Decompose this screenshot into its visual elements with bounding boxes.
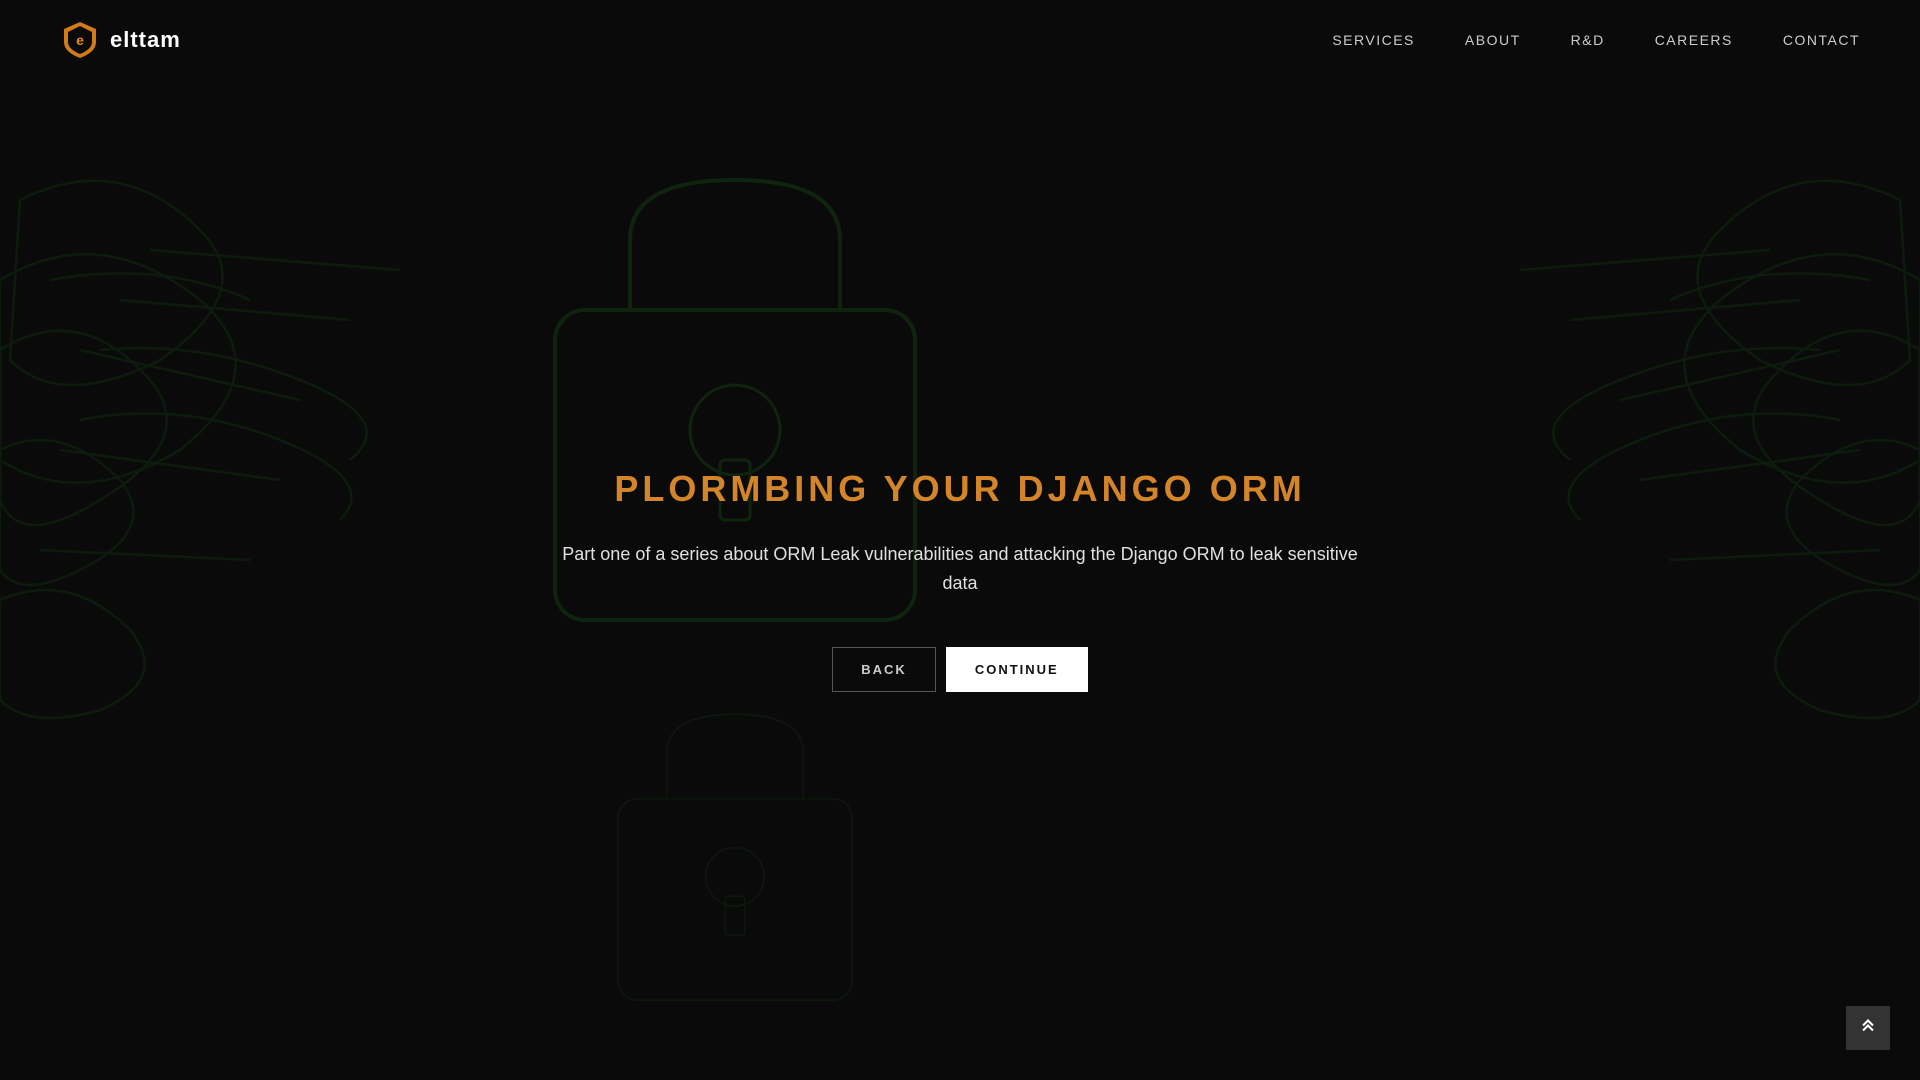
continue-button[interactable]: CONTINUE	[946, 647, 1088, 692]
elttam-shield-icon: e	[60, 20, 100, 60]
nav-careers[interactable]: CAREERS	[1655, 32, 1733, 48]
nav-rnd[interactable]: R&D	[1571, 32, 1605, 48]
main-content: PLORMBING YOUR DJANGO ORM Part one of a …	[0, 80, 1920, 1080]
article-subtitle: Part one of a series about ORM Leak vuln…	[560, 540, 1360, 598]
logo-link[interactable]: e elttam	[60, 20, 181, 60]
svg-text:e: e	[76, 32, 84, 48]
site-header: e elttam SERVICES ABOUT R&D CAREERS CONT…	[0, 0, 1920, 80]
back-button[interactable]: BACK	[832, 647, 936, 692]
logo-text: elttam	[110, 27, 181, 53]
nav-contact[interactable]: CONTACT	[1783, 32, 1860, 48]
article-title: PLORMBING YOUR DJANGO ORM	[614, 468, 1305, 510]
button-group: BACK CONTINUE	[832, 647, 1087, 692]
nav-about[interactable]: ABOUT	[1465, 32, 1521, 48]
nav-services[interactable]: SERVICES	[1332, 32, 1415, 48]
scroll-top-button[interactable]	[1846, 1006, 1890, 1050]
main-nav: SERVICES ABOUT R&D CAREERS CONTACT	[1332, 32, 1860, 48]
chevron-up-icon	[1858, 1018, 1878, 1038]
